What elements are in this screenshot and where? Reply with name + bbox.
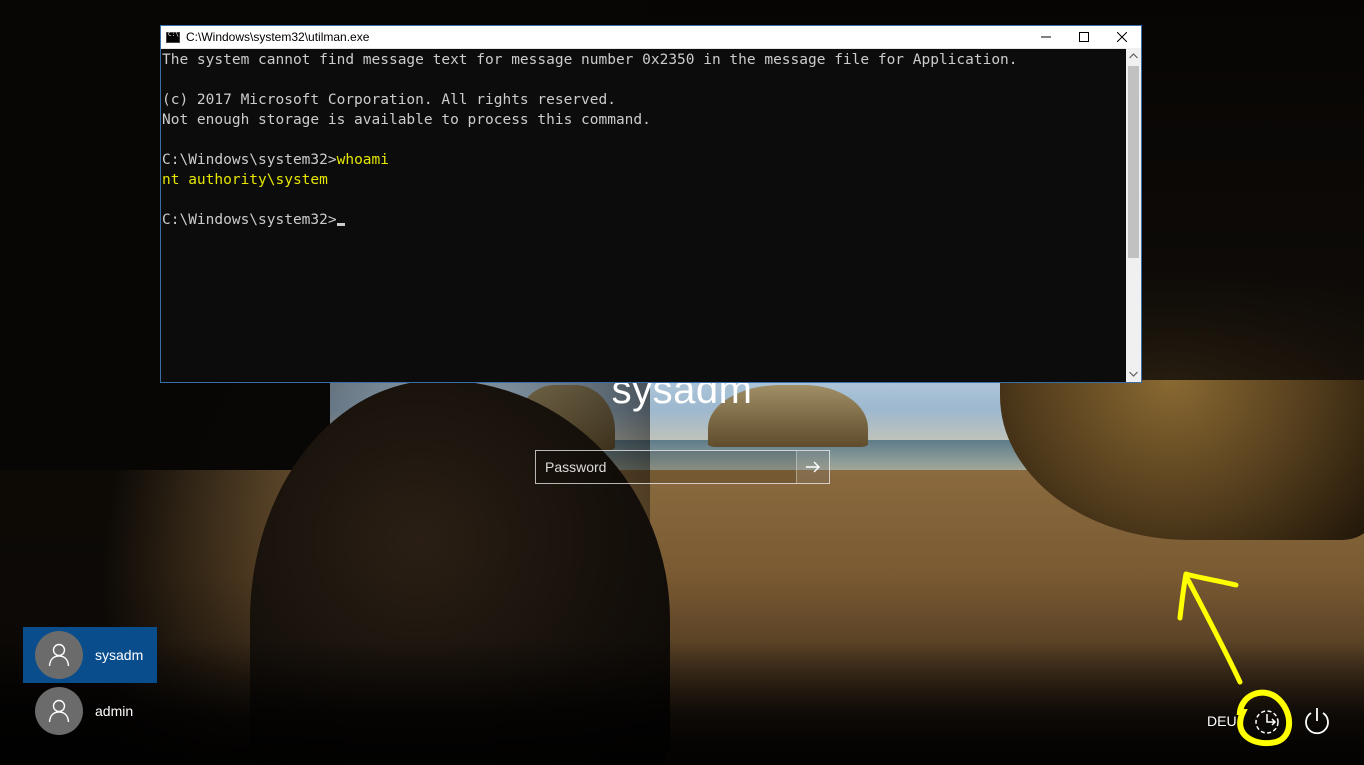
arrow-right-icon: [806, 461, 820, 473]
console-command-output: nt authority\system: [162, 172, 328, 188]
password-field: [535, 450, 830, 484]
user-icon: [48, 699, 70, 723]
maximize-button[interactable]: [1065, 26, 1103, 48]
chevron-down-icon: [1129, 371, 1138, 377]
close-button[interactable]: [1103, 26, 1141, 48]
background-bottom-shadow: [0, 640, 1364, 765]
console-command: whoami: [336, 152, 389, 168]
console-line: Not enough storage is available to proce…: [162, 112, 651, 128]
minimize-icon: [1041, 36, 1051, 38]
console-line: The system cannot find message text for …: [162, 52, 1018, 68]
scroll-thumb[interactable]: [1128, 66, 1139, 258]
maximize-icon: [1079, 32, 1089, 42]
console-title: C:\Windows\system32\utilman.exe: [186, 30, 370, 44]
console-scrollbar[interactable]: [1126, 48, 1141, 382]
console-prompt: C:\Windows\system32>: [162, 152, 337, 168]
input-language-indicator[interactable]: DEU: [1207, 713, 1237, 729]
minimize-button[interactable]: [1027, 26, 1065, 48]
power-button[interactable]: [1301, 705, 1333, 737]
console-window: C:\Windows\system32\utilman.exe The syst…: [160, 25, 1142, 383]
scroll-up-button[interactable]: [1126, 48, 1141, 64]
user-tile-label: admin: [95, 703, 134, 719]
avatar: [35, 687, 83, 735]
console-line: (c) 2017 Microsoft Corporation. All righ…: [162, 92, 616, 108]
chevron-up-icon: [1129, 53, 1138, 59]
password-input[interactable]: [536, 451, 796, 483]
user-tile-sysadm[interactable]: sysadm: [23, 627, 157, 683]
close-icon: [1117, 32, 1127, 42]
user-icon: [48, 643, 70, 667]
power-icon: [1305, 708, 1329, 735]
ease-of-access-button[interactable]: [1250, 705, 1284, 739]
scroll-down-button[interactable]: [1126, 366, 1141, 382]
console-titlebar[interactable]: C:\Windows\system32\utilman.exe: [161, 26, 1141, 49]
user-tile-admin[interactable]: admin: [23, 683, 157, 739]
console-cursor: [336, 223, 345, 226]
console-output[interactable]: The system cannot find message text for …: [161, 48, 1126, 382]
user-tile-label: sysadm: [95, 647, 144, 663]
submit-button[interactable]: [796, 451, 829, 483]
console-prompt: C:\Windows\system32>: [162, 212, 337, 228]
ease-of-access-icon: [1255, 710, 1279, 734]
avatar: [35, 631, 83, 679]
console-app-icon: [166, 31, 180, 43]
